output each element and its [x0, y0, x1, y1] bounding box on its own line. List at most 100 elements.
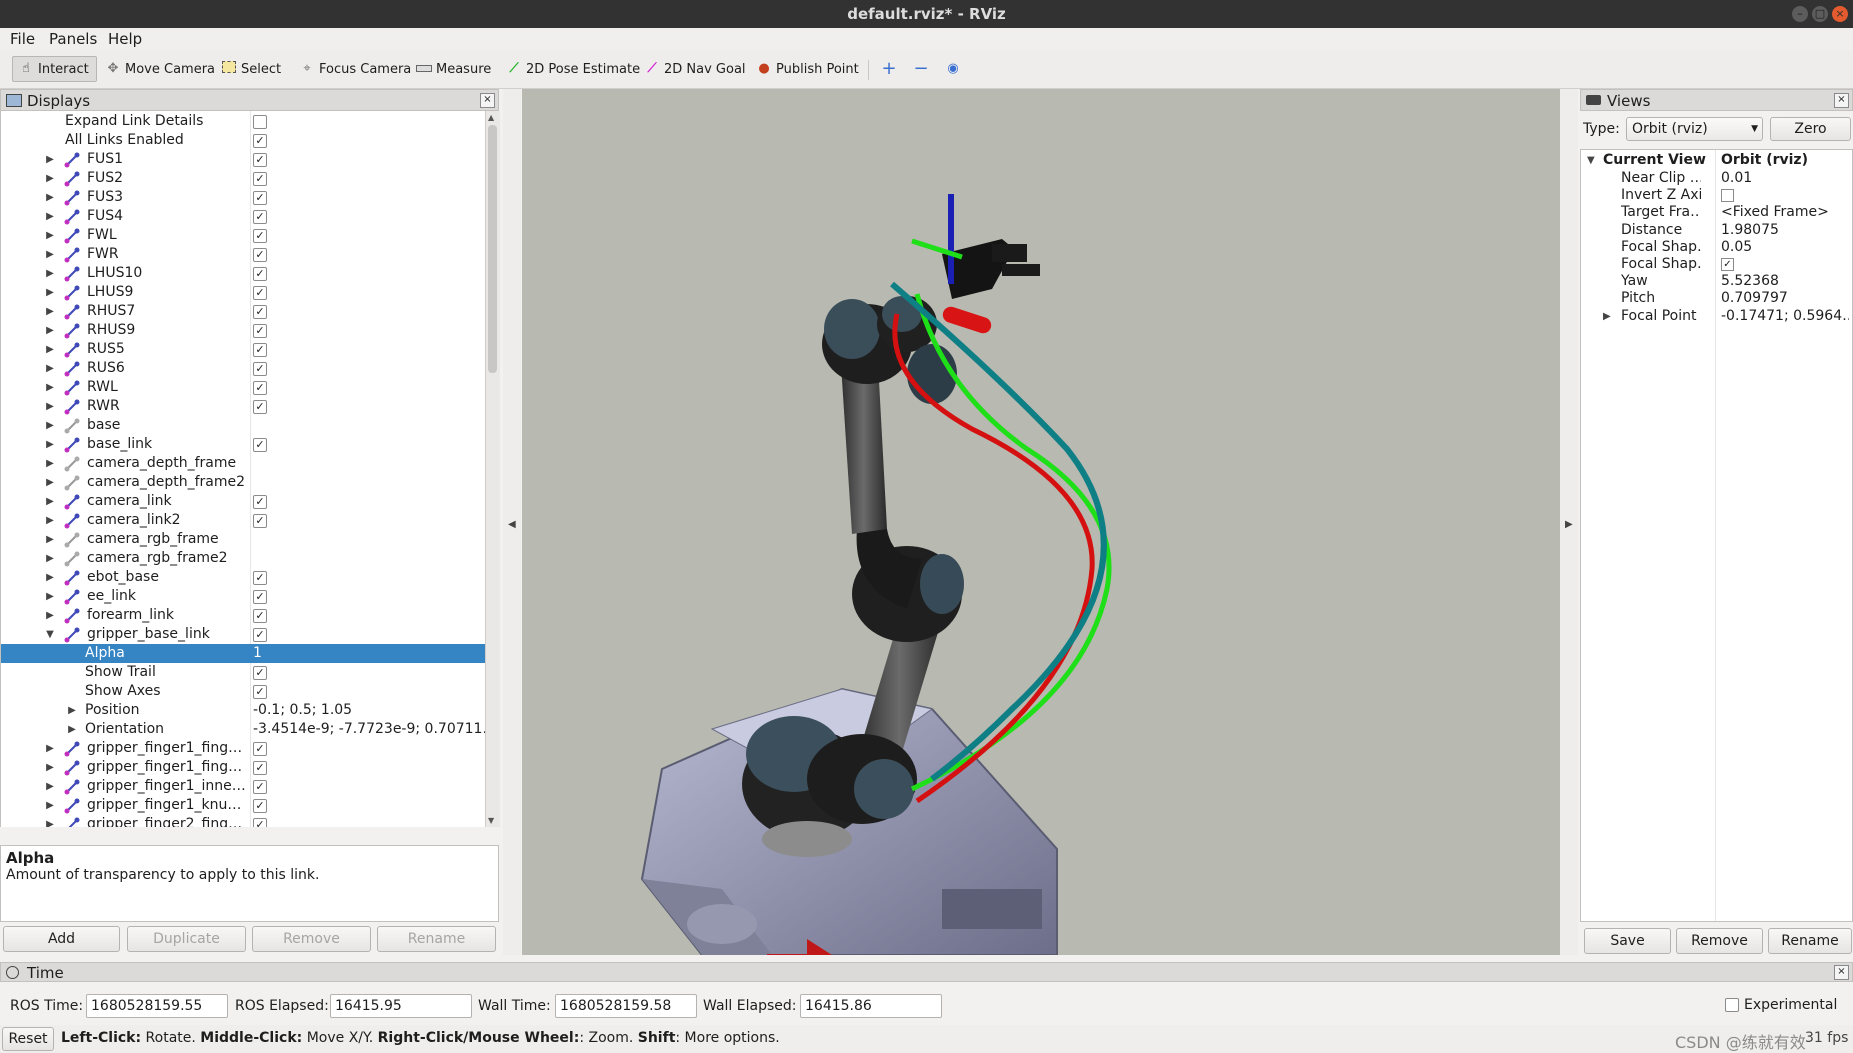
display-row-checkbox[interactable]: ✓ — [253, 343, 267, 357]
collapsed-arrow-icon[interactable]: ▶ — [45, 492, 55, 511]
collapsed-arrow-icon[interactable]: ▶ — [45, 264, 55, 283]
display-row-checkbox[interactable]: ✓ — [253, 761, 267, 775]
menu-panels[interactable]: Panels — [49, 30, 97, 48]
collapse-right-icon[interactable]: ▶ — [1565, 519, 1573, 530]
scroll-up-icon[interactable]: ▲ — [488, 113, 494, 122]
display-row-checkbox[interactable]: ✓ — [253, 286, 267, 300]
close-icon[interactable]: × — [480, 93, 495, 108]
display-row-checkbox[interactable]: ✓ — [253, 381, 267, 395]
tool-properties-button[interactable]: ◉ — [940, 56, 970, 82]
display-row[interactable]: ▶ FUS3 ✓ — [1, 188, 486, 207]
collapsed-arrow-icon[interactable]: ▶ — [45, 511, 55, 530]
collapsed-arrow-icon[interactable]: ▶ — [45, 245, 55, 264]
view-property-value[interactable]: 1.98075 — [1721, 222, 1849, 239]
tool-focus-camera[interactable]: ⌖ Focus Camera — [294, 56, 416, 82]
collapsed-arrow-icon[interactable]: ▶ — [45, 739, 55, 758]
expanded-arrow-icon[interactable]: ▼ — [1587, 152, 1595, 169]
display-row[interactable]: Show Trail ✓ — [1, 663, 486, 682]
display-row-checkbox[interactable]: ✓ — [253, 229, 267, 243]
display-row-checkbox[interactable]: ✓ — [253, 172, 267, 186]
display-row[interactable]: ▶ gripper_finger1_fing… ✓ — [1, 758, 486, 777]
display-row-checkbox[interactable]: ✓ — [253, 438, 267, 452]
collapsed-arrow-icon[interactable]: ▶ — [45, 283, 55, 302]
rename-display-button[interactable]: Rename — [377, 926, 496, 952]
display-row-checkbox[interactable]: ✓ — [253, 818, 267, 827]
scrollbar-thumb[interactable] — [488, 125, 497, 373]
display-row-checkbox[interactable]: ✓ — [253, 210, 267, 224]
display-row[interactable]: ▶ gripper_finger1_fing… ✓ — [1, 739, 486, 758]
display-row[interactable]: ▶ RUS6 ✓ — [1, 359, 486, 378]
display-row[interactable]: ▶ RHUS9 ✓ — [1, 321, 486, 340]
collapsed-arrow-icon[interactable]: ▶ — [45, 758, 55, 777]
collapsed-arrow-icon[interactable]: ▶ — [45, 226, 55, 245]
view-property-row[interactable]: Distance 1.98075 — [1581, 222, 1851, 239]
tool-move-camera[interactable]: ✥ Move Camera — [100, 56, 220, 82]
display-row[interactable]: ▶ FUS1 ✓ — [1, 150, 486, 169]
display-row[interactable]: ▶ camera_rgb_frame — [1, 530, 486, 549]
view-property-checkbox[interactable]: ✓ — [1721, 258, 1734, 271]
view-type-select[interactable]: Orbit (rviz) ▼ — [1626, 117, 1763, 141]
collapsed-arrow-icon[interactable]: ▶ — [45, 340, 55, 359]
display-row[interactable]: ▶ RUS5 ✓ — [1, 340, 486, 359]
display-row-value[interactable]: -3.4514e-9; -7.7723e-9; 0.70711… — [253, 720, 485, 739]
render-viewport[interactable] — [522, 89, 1560, 955]
display-row-checkbox[interactable]: ✓ — [253, 685, 267, 699]
menu-file[interactable]: File — [10, 30, 35, 48]
display-row[interactable]: ▶ ee_link ✓ — [1, 587, 486, 606]
view-property-row[interactable]: Pitch 0.709797 — [1581, 290, 1851, 307]
collapsed-arrow-icon[interactable]: ▶ — [45, 416, 55, 435]
tool-2d-pose-estimate[interactable]: ⟋ 2D Pose Estimate — [501, 56, 645, 82]
view-property-row[interactable]: Target Fra… <Fixed Frame> — [1581, 204, 1851, 221]
display-row[interactable]: Show Axes ✓ — [1, 682, 486, 701]
display-row-checkbox[interactable]: ✓ — [253, 666, 267, 680]
display-row-checkbox[interactable]: ✓ — [253, 153, 267, 167]
view-property-row[interactable]: Focal Shap… ✓ — [1581, 256, 1851, 273]
collapsed-arrow-icon[interactable]: ▶ — [45, 530, 55, 549]
wall-time-field[interactable]: 1680528159.58 — [555, 994, 697, 1018]
remove-display-button[interactable]: Remove — [252, 926, 371, 952]
tool-measure[interactable]: Measure — [411, 56, 496, 82]
display-row-checkbox[interactable]: ✓ — [253, 514, 267, 528]
display-row-checkbox[interactable]: ✓ — [253, 134, 267, 148]
left-splitter[interactable]: ◀ — [503, 89, 521, 955]
remove-view-button[interactable]: Remove — [1676, 928, 1763, 954]
view-property-row[interactable]: Invert Z Axis — [1581, 187, 1851, 204]
save-view-button[interactable]: Save — [1584, 928, 1671, 954]
display-row-value[interactable]: 1 — [253, 644, 485, 663]
display-row-checkbox[interactable]: ✓ — [253, 495, 267, 509]
display-row[interactable]: Alpha 1 — [1, 644, 486, 663]
collapsed-arrow-icon[interactable]: ▶ — [45, 302, 55, 321]
display-row-checkbox[interactable]: ✓ — [253, 590, 267, 604]
view-property-value[interactable]: 0.709797 — [1721, 290, 1849, 307]
collapsed-arrow-icon[interactable]: ▶ — [45, 815, 55, 827]
duplicate-display-button[interactable]: Duplicate — [127, 926, 246, 952]
display-row[interactable]: ▶ camera_link2 ✓ — [1, 511, 486, 530]
display-row-checkbox[interactable]: ✓ — [253, 362, 267, 376]
tool-2d-nav-goal[interactable]: ⟋ 2D Nav Goal — [639, 56, 751, 82]
expanded-arrow-icon[interactable]: ▼ — [45, 625, 55, 644]
collapsed-arrow-icon[interactable]: ▶ — [45, 207, 55, 226]
display-row[interactable]: ▶ camera_rgb_frame2 — [1, 549, 486, 568]
minimize-button[interactable]: – — [1792, 6, 1808, 22]
display-row[interactable]: ▶ Orientation -3.4514e-9; -7.7723e-9; 0.70… — [1, 720, 486, 739]
display-row[interactable]: ▶ FUS2 ✓ — [1, 169, 486, 188]
view-property-value[interactable]: -0.17471; 0.5964… — [1721, 308, 1849, 325]
display-row-checkbox[interactable]: ✓ — [253, 609, 267, 623]
view-property-row[interactable]: Yaw 5.52368 — [1581, 273, 1851, 290]
display-row[interactable]: ▶ FUS4 ✓ — [1, 207, 486, 226]
display-row[interactable]: All Links Enabled ✓ — [1, 131, 486, 150]
display-row[interactable]: ▶ camera_depth_frame2 — [1, 473, 486, 492]
display-row[interactable]: ▶ LHUS10 ✓ — [1, 264, 486, 283]
collapsed-arrow-icon[interactable]: ▶ — [45, 777, 55, 796]
close-icon[interactable]: × — [1834, 93, 1849, 108]
view-property-row[interactable]: ▶ Focal Point -0.17471; 0.5964… — [1581, 308, 1851, 325]
display-row[interactable]: ▼ gripper_base_link ✓ — [1, 625, 486, 644]
collapsed-arrow-icon[interactable]: ▶ — [45, 568, 55, 587]
view-property-value[interactable]: <Fixed Frame> — [1721, 204, 1849, 221]
collapsed-arrow-icon[interactable]: ▶ — [45, 188, 55, 207]
add-display-button[interactable]: Add — [3, 926, 120, 952]
collapsed-arrow-icon[interactable]: ▶ — [45, 435, 55, 454]
collapsed-arrow-icon[interactable]: ▶ — [45, 454, 55, 473]
display-row[interactable]: ▶ gripper_finger2_fing… ✓ — [1, 815, 486, 827]
collapsed-arrow-icon[interactable]: ▶ — [45, 359, 55, 378]
